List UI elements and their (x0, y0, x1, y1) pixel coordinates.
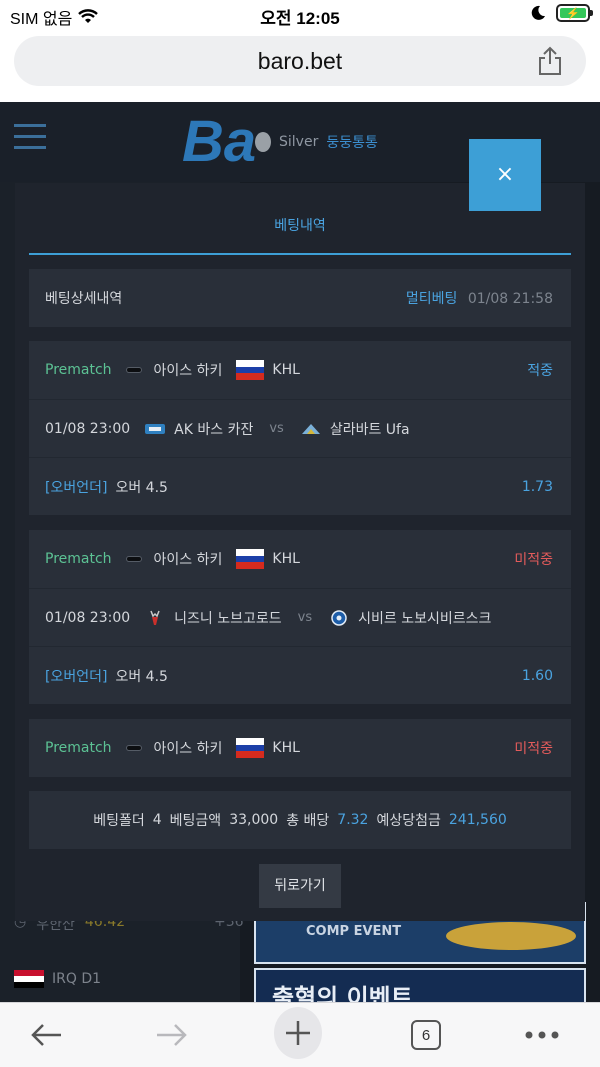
url-field[interactable]: baro.bet (14, 36, 586, 86)
menu-icon[interactable] (14, 124, 46, 150)
russia-flag-icon (236, 738, 265, 759)
pick-odds: 1.73 (521, 478, 553, 495)
pick-row: [오버언더] 오버 4.5 1.73 (29, 457, 571, 515)
nickname[interactable]: 둥둥통통 (326, 132, 378, 152)
away-team: 살라바트 Ufa (329, 421, 410, 438)
pick-market: [오버언더] (45, 479, 108, 496)
arrow-left-icon (31, 1024, 61, 1046)
bet-datetime: 01/08 21:58 (467, 291, 553, 307)
clock: 오전 12:05 (260, 9, 340, 28)
pick-selection: 오버 4.5 (115, 668, 168, 685)
bet-card: Prematch 아이스 하키 KHL 미적중 01/08 23:00 니즈니 … (29, 530, 571, 704)
pick-odds: 1.60 (521, 667, 553, 684)
address-bar: baro.bet (0, 30, 600, 102)
league-name: KHL (272, 551, 300, 567)
url-text: baro.bet (257, 48, 343, 74)
hockey-puck-icon (125, 745, 142, 751)
bet-history-modal: 베팅내역 베팅상세내역 멀티베팅 01/08 21:58 Prematch 아이… (15, 183, 585, 921)
team-logo-icon (301, 423, 320, 434)
russia-flag-icon (236, 360, 265, 381)
market-type: Prematch (45, 551, 112, 567)
away-team: 시비르 노보시비르스크 (358, 610, 492, 627)
bet-result: 적중 (527, 363, 553, 379)
bet-summary: 베팅폴더 4 베팅금액 33,000 총 배당 7.32 예상당첨금 241,5… (29, 791, 571, 849)
back-nav-button[interactable] (22, 1013, 70, 1057)
bet-detail-header: 베팅상세내역 멀티베팅 01/08 21:58 (29, 269, 571, 327)
russia-flag-icon (236, 549, 265, 570)
league-name: KHL (272, 362, 300, 378)
total-odds-value: 7.32 (337, 812, 369, 828)
plus-icon (274, 1007, 322, 1059)
coins-image (446, 922, 576, 950)
amount-value: 33,000 (229, 812, 279, 828)
tier-label: Silver (279, 134, 319, 150)
bet-info-row: Prematch 아이스 하키 KHL 미적중 (29, 530, 571, 588)
close-button[interactable]: × (469, 139, 541, 211)
bet-type: 멀티베팅 (405, 291, 458, 307)
match-time: 01/08 23:00 (45, 609, 131, 626)
sport-name: 아이스 하키 (153, 363, 223, 379)
tabs-button[interactable]: 6 (402, 1013, 450, 1057)
medal-icon (255, 132, 271, 152)
detail-title: 베팅상세내역 (45, 291, 123, 307)
share-icon[interactable] (536, 46, 564, 76)
user-tier: Silver 둥둥통통 (255, 132, 378, 152)
status-bar: SIM 없음 오전 12:05 ⚡ (0, 0, 600, 30)
home-team: 니즈니 노브고로드 (174, 610, 282, 627)
bet-card: Prematch 아이스 하키 KHL 적중 01/08 23:00 AK 바스… (29, 341, 571, 515)
pick-row: [오버언더] 오버 4.5 1.60 (29, 646, 571, 704)
market-type: Prematch (45, 740, 112, 756)
more-button[interactable] (518, 1013, 566, 1057)
league-name: IRQ D1 (52, 971, 102, 987)
bet-info-row: Prematch 아이스 하키 KHL 적중 (29, 341, 571, 399)
tab-bet-history[interactable]: 베팅내역 (29, 211, 571, 255)
folders-label: 베팅폴더 (93, 813, 145, 829)
event-banner[interactable]: 출혈의 이벤트 (254, 968, 586, 1002)
detail-meta: 멀티베팅 01/08 21:58 (406, 288, 553, 308)
forward-nav-button[interactable] (148, 1013, 196, 1057)
league-row[interactable]: IRQ D1 (14, 970, 101, 988)
amount-label: 베팅금액 (169, 813, 222, 829)
bet-result: 미적중 (514, 741, 553, 757)
sport-name: 아이스 하키 (153, 741, 223, 757)
hockey-puck-icon (125, 556, 142, 562)
battery-charging-icon: ⚡ (560, 8, 586, 20)
folders-value: 4 (152, 812, 162, 828)
banner-title: 출혈의 이벤트 (272, 984, 413, 1002)
tab-count: 6 (411, 1020, 441, 1050)
home-team: AK 바스 카잔 (174, 421, 254, 438)
payout-label: 예상당첨금 (376, 813, 441, 829)
site-logo[interactable]: Ba (182, 108, 256, 175)
vs-label: vs (297, 610, 313, 625)
bet-result: 미적중 (514, 552, 553, 568)
pick-selection: 오버 4.5 (115, 479, 168, 496)
new-tab-button[interactable] (274, 1007, 322, 1059)
battery-icon: ⚡ (556, 4, 593, 22)
match-row: 01/08 23:00 니즈니 노브고로드 vs 시비르 노보시비르스크 (29, 588, 571, 646)
market-type: Prematch (45, 362, 112, 378)
wheel-logo-icon (331, 609, 347, 626)
more-icon (525, 1031, 559, 1039)
browser-toolbar: 6 (0, 1002, 600, 1067)
match-time: 01/08 23:00 (45, 420, 131, 437)
sport-name: 아이스 하키 (153, 552, 223, 568)
hockey-puck-icon (125, 367, 142, 373)
banner-title: COMP EVENT (306, 924, 402, 939)
bet-card: Prematch 아이스 하키 KHL 미적중 (29, 719, 571, 777)
payout-value: 241,560 (448, 812, 507, 828)
arrow-right-icon (157, 1024, 187, 1046)
team-logo-icon (145, 423, 166, 434)
back-button[interactable]: 뒤로가기 (259, 864, 341, 908)
league-name: KHL (272, 740, 300, 756)
deer-logo-icon (150, 610, 160, 625)
match-row: 01/08 23:00 AK 바스 카잔 vs 살라바트 Ufa (29, 399, 571, 457)
do-not-disturb-icon (531, 5, 545, 20)
status-icons: ⚡ (530, 4, 593, 22)
pick-market: [오버언더] (45, 668, 108, 685)
iraq-flag-icon (14, 970, 44, 988)
bet-info-row: Prematch 아이스 하키 KHL 미적중 (29, 719, 571, 777)
vs-label: vs (269, 421, 284, 436)
total-odds-label: 총 배당 (286, 813, 330, 829)
